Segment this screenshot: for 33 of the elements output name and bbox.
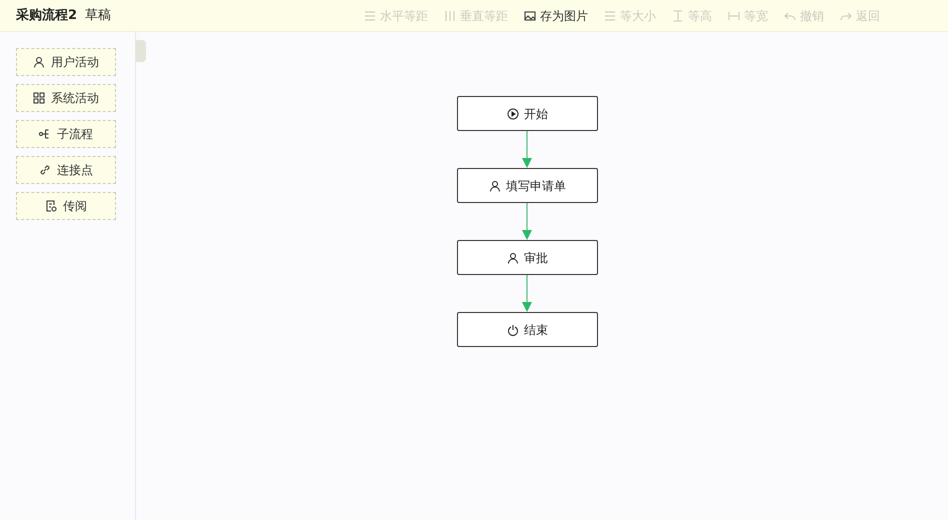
flow-node[interactable]: 审批 xyxy=(457,240,598,275)
grid-icon xyxy=(33,92,45,104)
link-icon xyxy=(39,164,51,176)
power-icon xyxy=(507,324,519,336)
bars-icon xyxy=(444,10,456,22)
palette-item[interactable]: 传阅 xyxy=(16,192,116,220)
width-icon xyxy=(728,10,740,22)
palette-item[interactable]: 连接点 xyxy=(16,156,116,184)
undo-icon xyxy=(784,10,796,22)
play-icon xyxy=(507,108,519,120)
toolbar-button[interactable]: 存为图片 xyxy=(520,6,592,24)
lines-icon xyxy=(604,10,616,22)
collapse-handle[interactable] xyxy=(136,40,146,62)
tree-icon xyxy=(39,128,51,140)
flow-node[interactable]: 开始 xyxy=(457,96,598,131)
connector-arrow xyxy=(522,131,532,168)
flow-node[interactable]: 结束 xyxy=(457,312,598,347)
document-icon xyxy=(45,200,57,212)
person-icon xyxy=(33,56,45,68)
palette-item[interactable]: 系统活动 xyxy=(16,84,116,112)
height-icon xyxy=(672,10,684,22)
status-label: 草稿 xyxy=(85,6,112,25)
person-icon xyxy=(489,180,501,192)
lines-icon xyxy=(364,10,376,22)
palette-item[interactable]: 子流程 xyxy=(16,120,116,148)
flow-title: 采购流程2 xyxy=(16,6,78,25)
person-icon xyxy=(507,252,519,264)
connector-arrow xyxy=(522,203,532,240)
redo-icon xyxy=(840,10,852,22)
flow-node[interactable]: 填写申请单 xyxy=(457,168,598,203)
connector-arrow xyxy=(522,275,532,312)
palette-item[interactable]: 用户活动 xyxy=(16,48,116,76)
image-icon xyxy=(524,10,536,22)
